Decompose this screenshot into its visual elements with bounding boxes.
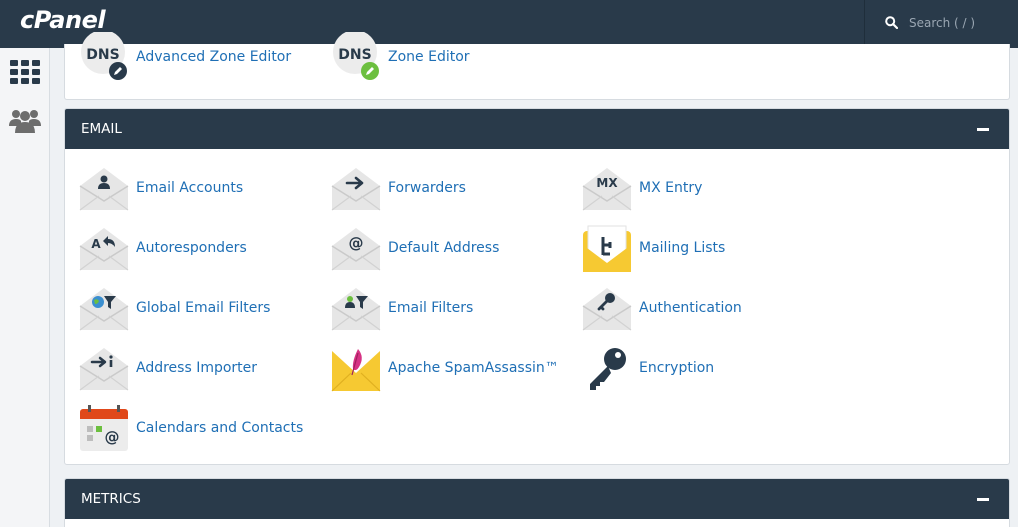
rail-users-button[interactable] bbox=[9, 104, 41, 136]
apache-spamassassin-label[interactable]: Apache SpamAssassin™ bbox=[388, 360, 559, 376]
mailing-lists-label[interactable]: Mailing Lists bbox=[639, 240, 725, 256]
advanced-zone-editor-label[interactable]: Advanced Zone Editor bbox=[136, 49, 291, 65]
domains-card: DNS Advanced Zone Editor DNS Zone Editor bbox=[64, 30, 1010, 100]
default-address-item[interactable]: @ Default Address bbox=[331, 222, 499, 274]
calendars-and-contacts-label[interactable]: Calendars and Contacts bbox=[136, 420, 303, 436]
svg-text:DNS: DNS bbox=[338, 47, 371, 63]
envelope-user-icon bbox=[79, 163, 129, 213]
left-rail bbox=[0, 48, 50, 527]
envelope-globe-filter-icon bbox=[79, 283, 129, 333]
mx-entry-item[interactable]: MX MX Entry bbox=[582, 162, 702, 214]
envelope-reply-icon: A bbox=[79, 223, 129, 273]
email-filters-item[interactable]: Email Filters bbox=[331, 282, 473, 334]
mailing-list-icon bbox=[582, 223, 632, 273]
forwarders-item[interactable]: Forwarders bbox=[331, 162, 466, 214]
envelope-at-icon: @ bbox=[331, 223, 381, 273]
default-address-label[interactable]: Default Address bbox=[388, 240, 499, 256]
spamassassin-feather-icon bbox=[331, 343, 381, 393]
search-input[interactable] bbox=[909, 13, 1013, 33]
autoresponders-label[interactable]: Autoresponders bbox=[136, 240, 247, 256]
apache-spamassassin-item[interactable]: Apache SpamAssassin™ bbox=[331, 342, 559, 394]
email-card-title: EMAIL bbox=[81, 121, 122, 137]
metrics-card-header[interactable]: METRICS bbox=[65, 479, 1009, 519]
svg-text:@: @ bbox=[105, 428, 120, 446]
address-importer-item[interactable]: Address Importer bbox=[79, 342, 257, 394]
envelope-import-icon bbox=[79, 343, 129, 393]
email-accounts-item[interactable]: Email Accounts bbox=[79, 162, 243, 214]
apps-grid-icon bbox=[10, 60, 40, 84]
envelope-key-icon bbox=[582, 283, 632, 333]
zone-editor-item[interactable]: DNS Zone Editor bbox=[331, 30, 470, 83]
forwarders-label[interactable]: Forwarders bbox=[388, 180, 466, 196]
envelope-user-filter-icon bbox=[331, 283, 381, 333]
email-accounts-label[interactable]: Email Accounts bbox=[136, 180, 243, 196]
dns-pencil-icon: DNS bbox=[79, 30, 129, 82]
metrics-card: METRICS bbox=[64, 478, 1010, 527]
authentication-item[interactable]: Authentication bbox=[582, 282, 742, 334]
metrics-card-title: METRICS bbox=[81, 491, 141, 507]
search-box[interactable] bbox=[864, 0, 1018, 48]
users-icon bbox=[9, 110, 41, 133]
mailing-lists-item[interactable]: Mailing Lists bbox=[582, 222, 725, 274]
collapse-icon[interactable] bbox=[977, 127, 989, 131]
encryption-label[interactable]: Encryption bbox=[639, 360, 714, 376]
email-filters-label[interactable]: Email Filters bbox=[388, 300, 473, 316]
collapse-icon[interactable] bbox=[977, 497, 989, 501]
rail-tools-button[interactable] bbox=[9, 56, 41, 88]
svg-text:MX: MX bbox=[596, 176, 618, 190]
global-email-filters-label[interactable]: Global Email Filters bbox=[136, 300, 270, 316]
envelope-mx-icon: MX bbox=[582, 163, 632, 213]
zone-editor-label[interactable]: Zone Editor bbox=[388, 49, 470, 65]
autoresponders-item[interactable]: A Autoresponders bbox=[79, 222, 247, 274]
dns-edit-icon: DNS bbox=[331, 30, 381, 82]
svg-text:A: A bbox=[91, 237, 101, 251]
calendar-icon: @ bbox=[79, 403, 129, 453]
address-importer-label[interactable]: Address Importer bbox=[136, 360, 257, 376]
mx-entry-label[interactable]: MX Entry bbox=[639, 180, 702, 196]
envelope-arrow-icon bbox=[331, 163, 381, 213]
email-card-header[interactable]: EMAIL bbox=[65, 109, 1009, 149]
authentication-label[interactable]: Authentication bbox=[639, 300, 742, 316]
svg-text:DNS: DNS bbox=[86, 47, 119, 63]
cpanel-logo[interactable]: cPanel bbox=[20, 6, 106, 34]
advanced-zone-editor-item[interactable]: DNS Advanced Zone Editor bbox=[79, 30, 291, 83]
svg-text:@: @ bbox=[349, 234, 364, 252]
email-card: EMAIL Email Accounts Forwarders MX MX En… bbox=[64, 108, 1010, 465]
calendars-and-contacts-item[interactable]: @ Calendars and Contacts bbox=[79, 402, 303, 454]
encryption-item[interactable]: Encryption bbox=[582, 342, 714, 394]
search-icon bbox=[885, 16, 898, 29]
key-icon bbox=[582, 343, 632, 393]
global-email-filters-item[interactable]: Global Email Filters bbox=[79, 282, 270, 334]
